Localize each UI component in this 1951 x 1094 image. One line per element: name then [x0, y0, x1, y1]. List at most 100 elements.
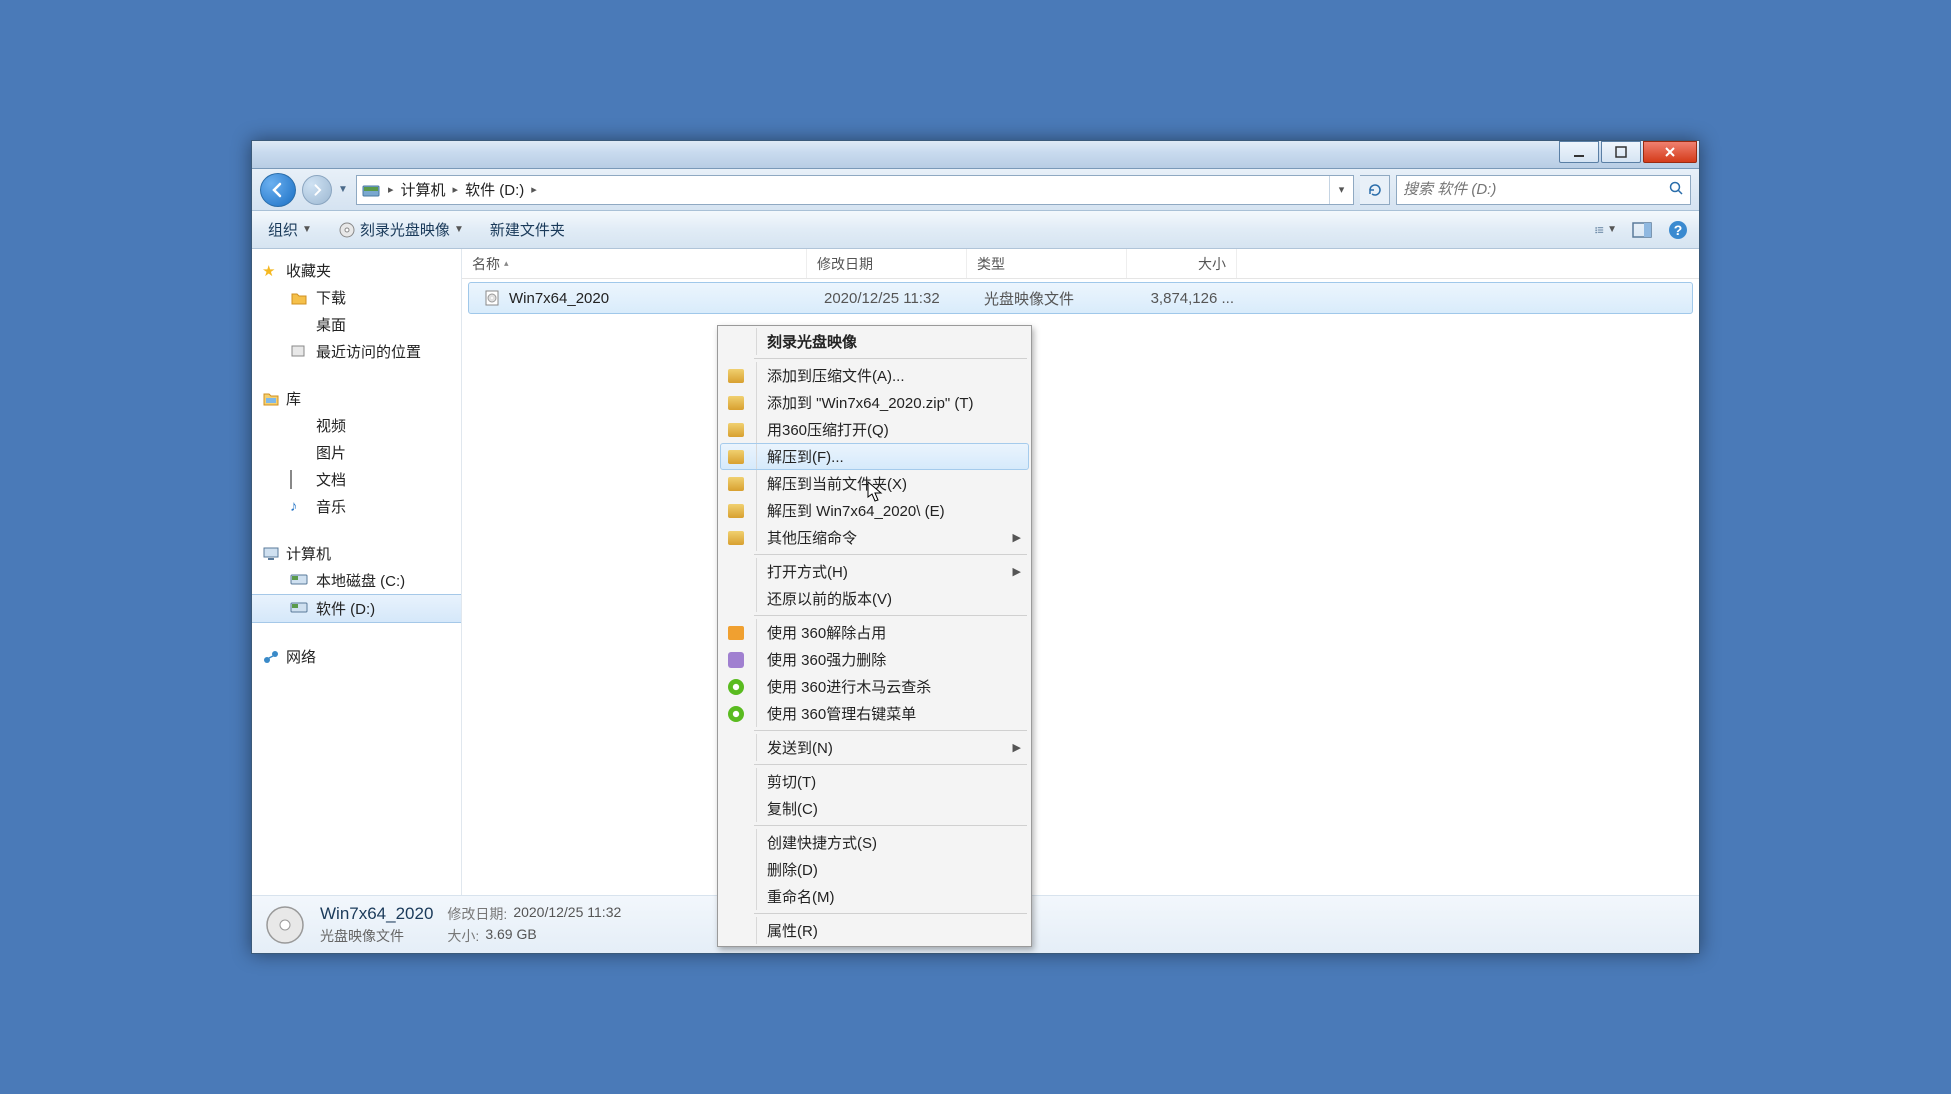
sidebar-item-downloads[interactable]: 下载 [252, 284, 461, 311]
context-menu-item[interactable]: 发送到(N)▶ [720, 734, 1029, 761]
file-row[interactable]: Win7x64_2020 2020/12/25 11:32 光盘映像文件 3,8… [468, 282, 1693, 314]
desktop-icon [290, 316, 308, 334]
context-menu-item[interactable]: 解压到(F)... [720, 443, 1029, 470]
burn-disc-image-button[interactable]: 刻录光盘映像▼ [332, 216, 470, 243]
search-icon[interactable] [1668, 180, 1684, 200]
context-menu-item[interactable]: 使用 360解除占用 [720, 619, 1029, 646]
context-menu-item[interactable]: 还原以前的版本(V) [720, 585, 1029, 612]
details-size-label: 大小: [447, 926, 479, 946]
context-menu-item[interactable]: 添加到压缩文件(A)... [720, 362, 1029, 389]
sidebar-item-music[interactable]: ♪ 音乐 [252, 493, 461, 520]
breadcrumb-arrow-icon[interactable]: ▸ [385, 183, 397, 196]
sidebar-item-drive-d[interactable]: 软件 (D:) [252, 594, 461, 623]
iso-large-icon [264, 904, 306, 946]
context-menu-item[interactable]: 添加到 "Win7x64_2020.zip" (T) [720, 389, 1029, 416]
context-menu-item[interactable]: 使用 360进行木马云查杀 [720, 673, 1029, 700]
context-menu-label: 属性(R) [767, 920, 1021, 941]
breadcrumb-drive-d[interactable]: 软件 (D:) [461, 176, 528, 204]
organize-button[interactable]: 组织▼ [262, 216, 318, 243]
context-menu-item[interactable]: 重命名(M) [720, 883, 1029, 910]
blank-icon [726, 589, 746, 609]
context-menu-label: 创建快捷方式(S) [767, 832, 1021, 853]
sidebar-item-recent[interactable]: 最近访问的位置 [252, 338, 461, 365]
forward-button[interactable] [302, 175, 332, 205]
search-box[interactable] [1396, 175, 1691, 205]
details-title: Win7x64_2020 [320, 904, 433, 924]
sidebar-item-desktop[interactable]: 桌面 [252, 311, 461, 338]
context-menu-item[interactable]: 使用 360管理右键菜单 [720, 700, 1029, 727]
drive-icon [361, 180, 381, 200]
context-menu-item[interactable]: 删除(D) [720, 856, 1029, 883]
column-date[interactable]: 修改日期 [807, 249, 967, 278]
document-icon [290, 471, 308, 489]
address-bar[interactable]: ▸ 计算机 ▸ 软件 (D:) ▸ ▾ [356, 175, 1354, 205]
sidebar: ★ 收藏夹 下载 桌面 最近访问的位置 [252, 249, 462, 895]
blank-icon [726, 799, 746, 819]
blank-icon [726, 332, 746, 352]
help-button[interactable]: ? [1667, 219, 1689, 241]
back-button[interactable] [260, 173, 296, 207]
file-name: Win7x64_2020 [509, 290, 609, 307]
context-menu-separator [754, 825, 1027, 826]
context-menu-separator [754, 554, 1027, 555]
sidebar-item-documents[interactable]: 文档 [252, 466, 461, 493]
file-type: 光盘映像文件 [974, 288, 1134, 309]
column-name[interactable]: 名称▴ [462, 249, 807, 278]
star-icon: ★ [262, 262, 280, 280]
network-icon [262, 648, 280, 666]
sidebar-item-videos[interactable]: 视频 [252, 412, 461, 439]
context-menu-item[interactable]: 使用 360强力删除 [720, 646, 1029, 673]
details-size-value: 3.69 GB [485, 926, 536, 946]
close-button[interactable] [1643, 141, 1697, 163]
sidebar-libraries[interactable]: 库 [252, 385, 461, 412]
recent-icon [290, 343, 308, 361]
context-menu-separator [754, 913, 1027, 914]
picture-icon [290, 444, 308, 462]
titlebar [252, 141, 1699, 169]
address-dropdown[interactable]: ▾ [1329, 176, 1353, 204]
360-icon [726, 677, 746, 697]
context-menu-label: 其他压缩命令 [767, 527, 1003, 548]
sidebar-network[interactable]: 网络 [252, 643, 461, 670]
context-menu-label: 发送到(N) [767, 737, 1003, 758]
context-menu-item[interactable]: 其他压缩命令▶ [720, 524, 1029, 551]
view-options-button[interactable]: ▼ [1595, 219, 1617, 241]
context-menu-label: 还原以前的版本(V) [767, 588, 1021, 609]
context-menu-item[interactable]: 创建快捷方式(S) [720, 829, 1029, 856]
new-folder-button[interactable]: 新建文件夹 [484, 216, 571, 243]
maximize-button[interactable] [1601, 141, 1641, 163]
sidebar-item-pictures[interactable]: 图片 [252, 439, 461, 466]
context-menu-label: 使用 360强力删除 [767, 649, 1021, 670]
context-menu-item[interactable]: 用360压缩打开(Q) [720, 416, 1029, 443]
breadcrumb-arrow-icon[interactable]: ▸ [528, 183, 540, 196]
sidebar-computer[interactable]: 计算机 [252, 540, 461, 567]
zip-icon [726, 447, 746, 467]
zip-icon [726, 501, 746, 521]
column-size[interactable]: 大小 [1127, 249, 1237, 278]
nav-history-dropdown[interactable]: ▼ [338, 184, 350, 195]
context-menu-item[interactable]: 打开方式(H)▶ [720, 558, 1029, 585]
search-input[interactable] [1403, 181, 1668, 198]
context-menu-item[interactable]: 剪切(T) [720, 768, 1029, 795]
context-menu-item[interactable]: 刻录光盘映像 [720, 328, 1029, 355]
breadcrumb-arrow-icon[interactable]: ▸ [450, 183, 462, 196]
sidebar-item-drive-c[interactable]: 本地磁盘 (C:) [252, 567, 461, 594]
blank-icon [726, 860, 746, 880]
360-delete-icon [726, 650, 746, 670]
context-menu-item[interactable]: 解压到当前文件夹(X) [720, 470, 1029, 497]
context-menu-separator [754, 764, 1027, 765]
context-menu-item[interactable]: 复制(C) [720, 795, 1029, 822]
preview-pane-button[interactable] [1631, 219, 1653, 241]
context-menu-item[interactable]: 属性(R) [720, 917, 1029, 944]
iso-file-icon [483, 289, 501, 307]
minimize-button[interactable] [1559, 141, 1599, 163]
column-type[interactable]: 类型 [967, 249, 1127, 278]
sidebar-favorites[interactable]: ★ 收藏夹 [252, 257, 461, 284]
blank-icon [726, 887, 746, 907]
breadcrumb-computer[interactable]: 计算机 [397, 176, 450, 204]
context-menu-label: 使用 360管理右键菜单 [767, 703, 1021, 724]
refresh-button[interactable] [1360, 175, 1390, 205]
context-menu-item[interactable]: 解压到 Win7x64_2020\ (E) [720, 497, 1029, 524]
file-date: 2020/12/25 11:32 [814, 290, 974, 307]
context-menu-separator [754, 615, 1027, 616]
